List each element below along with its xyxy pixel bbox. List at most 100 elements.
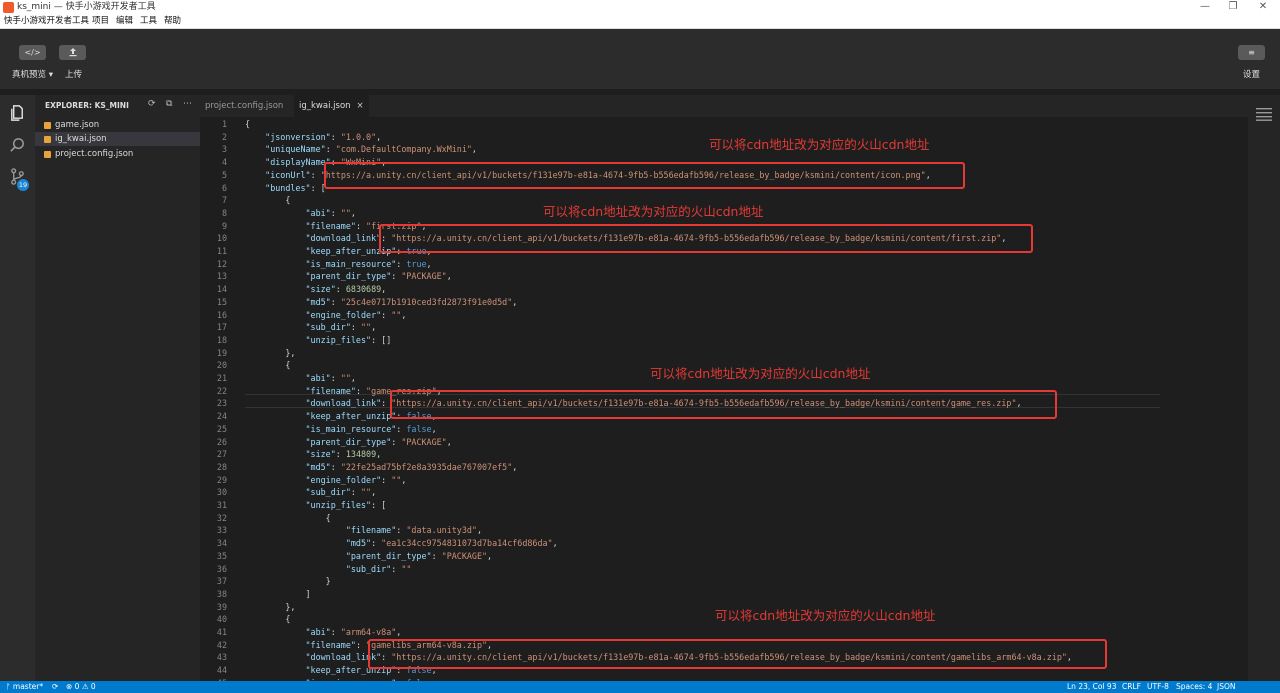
code-line[interactable]: "size": 6830689, [245, 283, 387, 296]
tab-ig-kwai-json[interactable]: ig_kwai.json × [294, 95, 369, 117]
restore-button[interactable]: ❐ [1218, 0, 1248, 15]
code-line[interactable]: "engine_folder": "", [245, 309, 407, 322]
line-number: 8 [221, 207, 227, 218]
code-line[interactable]: "jsonversion": "1.0.0", [245, 131, 381, 144]
settings-label[interactable]: 设置 [1243, 68, 1260, 80]
code-line[interactable]: "sub_dir": "", [245, 486, 377, 499]
code-line[interactable]: "parent_dir_type": "PACKAGE", [245, 550, 492, 563]
menu-tools[interactable]: 工具 [140, 15, 157, 28]
indentation[interactable]: Spaces: 4 [1176, 681, 1212, 693]
outline-icon[interactable] [1256, 107, 1272, 121]
menu-edit[interactable]: 编辑 [116, 15, 133, 28]
code-token: : [350, 322, 361, 333]
line-number: 3 [221, 144, 227, 155]
code-token: : [330, 296, 341, 307]
device-preview-button[interactable]: </> [19, 45, 46, 60]
code-token: , [487, 550, 493, 561]
code-line[interactable]: "engine_folder": "", [245, 474, 407, 487]
code-line[interactable]: "md5": "22fe25ad75bf2e8a3935dae767007ef5… [245, 461, 518, 474]
file-item-ig-kwai-json[interactable]: ig_kwai.json [35, 132, 200, 146]
code-line[interactable]: "unzip_files": [ [245, 499, 387, 512]
line-number: 2 [221, 131, 227, 142]
code-token: "download_link" [305, 398, 382, 409]
code-line[interactable]: { [245, 512, 331, 525]
code-line[interactable]: "parent_dir_type": "PACKAGE", [245, 270, 452, 283]
menu-project[interactable]: 项目 [92, 15, 109, 28]
code-token: "jsonversion" [265, 131, 331, 142]
code-line[interactable]: "filename": "data.unity3d", [245, 524, 482, 537]
code-line[interactable]: }, [245, 601, 295, 614]
menu-help[interactable]: 帮助 [164, 15, 181, 28]
settings-button[interactable]: ≡ [1238, 45, 1265, 60]
device-preview-label[interactable]: 真机预览 ▾ [12, 68, 53, 80]
code-line[interactable]: "is_main_resource": false, [245, 423, 437, 436]
code-line[interactable]: "is_main_resource": true, [245, 258, 432, 271]
line-number: 14 [216, 284, 227, 295]
right-panel [1248, 95, 1280, 681]
line-number: 31 [216, 500, 227, 510]
tab-project-config-json[interactable]: project.config.json [200, 95, 288, 117]
code-token: "parent_dir_type" [305, 436, 392, 447]
minimize-button[interactable]: — [1190, 0, 1220, 15]
line-number: 26 [216, 436, 227, 447]
code-line[interactable]: "uniqueName": "com.DefaultCompany.WxMini… [245, 143, 477, 156]
code-line[interactable]: "sub_dir": "" [245, 563, 412, 576]
code-token: "md5" [345, 538, 372, 549]
code-token: "sub_dir" [345, 563, 392, 574]
code-token: : [330, 373, 341, 383]
code-line[interactable]: "abi": "", [245, 372, 356, 385]
collapse-all-icon[interactable]: ⧉ [166, 99, 172, 109]
code-line[interactable]: { [245, 118, 250, 131]
code-editor[interactable]: 1 {2 "jsonversion": "1.0.0", 3 "uniqueName… [200, 117, 1248, 681]
code-token: , [512, 296, 518, 307]
code-token: , [446, 436, 452, 447]
code-line[interactable]: "unzip_files": [] [245, 334, 392, 347]
line-number: 20 [216, 360, 227, 371]
code-token: "engine_folder" [305, 474, 382, 485]
line-number: 25 [216, 423, 227, 434]
code-line[interactable]: "parent_dir_type": "PACKAGE", [245, 436, 452, 449]
file-item-project-config-json[interactable]: project.config.json [35, 147, 200, 161]
code-line[interactable]: } [245, 575, 331, 588]
upload-button[interactable] [59, 45, 86, 60]
code-token: : [330, 131, 341, 142]
line-number: 7 [221, 195, 227, 206]
code-line[interactable]: "abi": "", [245, 207, 356, 220]
code-line[interactable]: { [245, 613, 290, 626]
language-mode[interactable]: JSON [1217, 681, 1236, 693]
code-line[interactable]: "md5": "25c4e0717b1910ced3fd2873f91e0d5d… [245, 296, 518, 309]
sync-icon[interactable]: ⟳ [52, 681, 58, 693]
file-item-game-json[interactable]: game.json [35, 118, 200, 132]
git-branch[interactable]: ᚠ master* [6, 681, 43, 693]
search-icon[interactable] [8, 136, 27, 155]
code-line[interactable]: "sub_dir": "", [245, 321, 377, 334]
code-line[interactable]: }, [245, 347, 295, 360]
code-line[interactable]: ] [245, 588, 311, 601]
code-line[interactable]: { [245, 194, 290, 207]
menu-bar: 快手小游戏开发者工具 项目 编辑 工具 帮助 [0, 15, 1280, 29]
code-line[interactable]: "size": 134809, [245, 448, 382, 461]
problems-count[interactable]: ⊗ 0 ⚠ 0 [66, 681, 96, 693]
more-icon[interactable]: ⋯ [183, 99, 192, 109]
close-window-button[interactable]: ✕ [1248, 0, 1278, 15]
line-ending[interactable]: CRLF [1122, 681, 1141, 693]
code-line[interactable]: "md5": "ea1c34cc9754831073d7ba14cf6d86da… [245, 537, 558, 550]
upload-label[interactable]: 上传 [65, 68, 82, 80]
encoding[interactable]: UTF-8 [1147, 681, 1169, 693]
code-line[interactable]: { [245, 359, 290, 372]
refresh-icon[interactable]: ⟳ [148, 99, 156, 109]
close-tab-icon[interactable]: × [357, 101, 364, 111]
code-token: "filename" [305, 639, 356, 650]
code-line[interactable]: "bundles": [ [245, 182, 326, 195]
files-icon[interactable] [8, 103, 27, 122]
code-token: "" [340, 373, 351, 383]
code-line[interactable]: "abi": "arm64-v8a", [245, 626, 402, 639]
cursor-position[interactable]: Ln 23, Col 93 [1067, 681, 1116, 693]
menu-app[interactable]: 快手小游戏开发者工具 [4, 15, 89, 28]
